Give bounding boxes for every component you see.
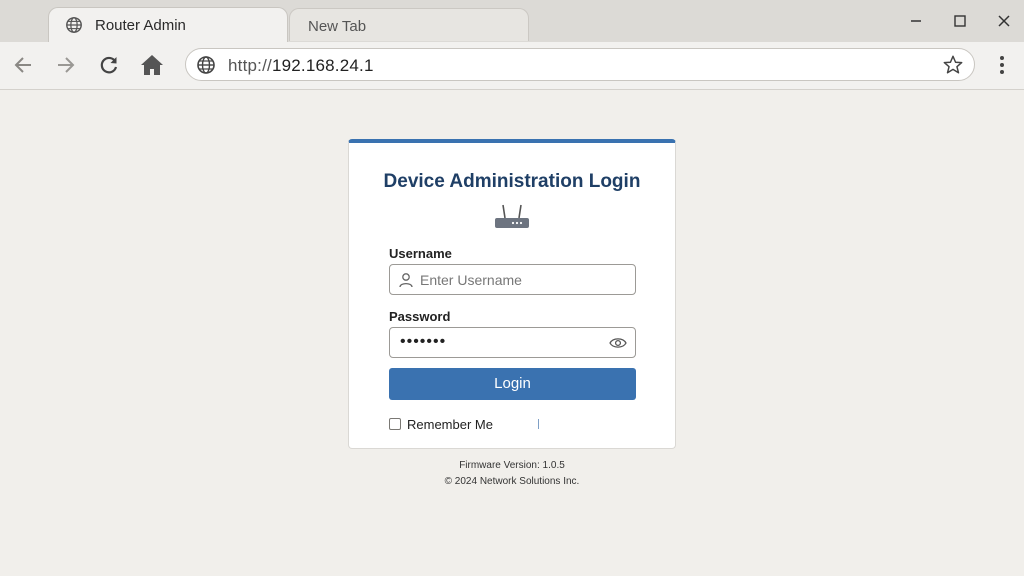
username-placeholder: Enter Username — [420, 272, 522, 288]
browser-toolbar: http://192.168.24.1 — [0, 42, 1024, 90]
divider — [538, 419, 539, 429]
forward-button[interactable] — [53, 52, 79, 78]
login-card: Device Administration Login Username Ent… — [348, 139, 676, 449]
close-button[interactable] — [993, 10, 1015, 32]
arrow-left-icon — [14, 57, 31, 73]
remember-me[interactable]: Remember Me — [389, 415, 493, 433]
remember-me-label: Remember Me — [407, 416, 493, 432]
maximize-icon — [954, 15, 966, 27]
maximize-button[interactable] — [949, 10, 971, 32]
tab-title: Router Admin — [95, 17, 186, 34]
globe-icon — [66, 17, 82, 33]
page-title: Device Administration Login — [383, 171, 641, 192]
arrow-right-icon — [58, 57, 75, 73]
username-field[interactable]: Enter Username — [389, 264, 636, 295]
router-icon — [495, 204, 529, 228]
user-icon — [399, 273, 413, 288]
address-bar[interactable]: http://192.168.24.1 — [185, 48, 975, 81]
reload-button[interactable] — [96, 52, 122, 78]
reload-icon — [100, 56, 118, 74]
minimize-icon — [911, 20, 921, 22]
close-icon — [998, 15, 1010, 27]
tab-title: New Tab — [308, 18, 367, 35]
remember-me-checkbox[interactable] — [389, 418, 401, 430]
login-button[interactable]: Login — [389, 368, 636, 400]
eye-icon[interactable] — [609, 336, 627, 350]
url-host: 192.168.24.1 — [271, 56, 374, 75]
password-field[interactable]: ••••••• — [389, 327, 636, 358]
firmware-version: Firmware Version: 1.0.5 — [459, 460, 565, 471]
password-label: Password — [389, 309, 451, 324]
url-scheme: http:// — [228, 56, 272, 75]
url-text: http://192.168.24.1 — [228, 56, 374, 76]
home-button[interactable] — [139, 52, 165, 78]
tab-new-tab[interactable]: New Tab — [289, 8, 529, 41]
tab-router-admin[interactable]: Router Admin — [48, 7, 288, 42]
home-icon — [141, 55, 163, 75]
username-label: Username — [389, 246, 452, 261]
menu-button[interactable] — [990, 52, 1014, 78]
more-vertical-icon — [1000, 56, 1004, 74]
star-icon[interactable] — [942, 54, 964, 76]
minimize-button[interactable] — [905, 10, 927, 32]
copyright-text: © 2024 Network Solutions Inc. — [444, 476, 580, 487]
tab-strip: Router Admin New Tab — [0, 0, 1024, 42]
globe-icon — [197, 56, 215, 74]
password-value: ••••••• — [400, 333, 447, 350]
back-button[interactable] — [10, 52, 36, 78]
